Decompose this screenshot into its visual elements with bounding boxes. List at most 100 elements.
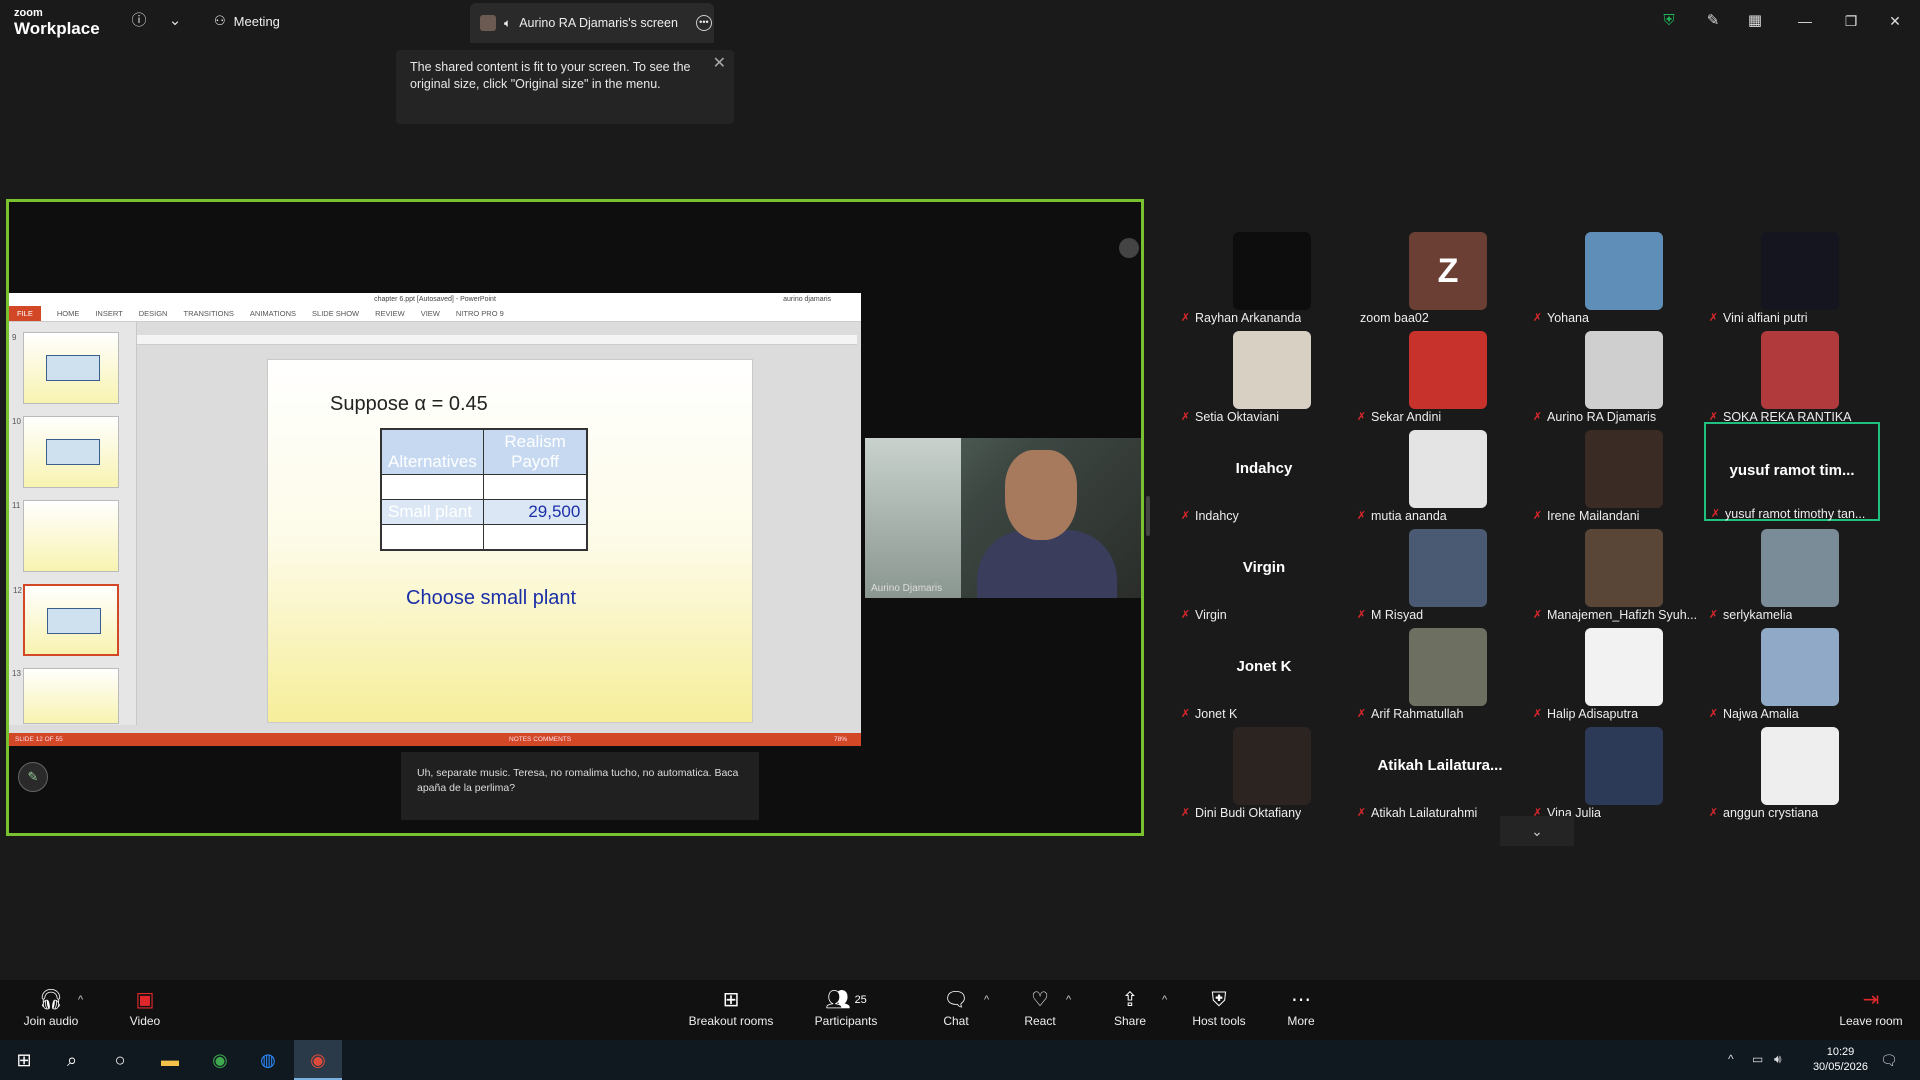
share-label: Share	[1113, 1014, 1147, 1028]
participant-photo	[1761, 529, 1839, 607]
participant-tile[interactable]: yusuf ramot tim... ✗ yusuf ramot timothy t…	[1704, 422, 1880, 521]
participant-tile[interactable]: ✗ M Risyad	[1352, 521, 1528, 622]
audio-options-caret-icon[interactable]: ^	[78, 994, 83, 1006]
participant-tile[interactable]: ✗ Manajemen_Hafizh Syuh...	[1528, 521, 1704, 622]
more-icon[interactable]: •••	[695, 15, 712, 31]
host-tools-label: Host tools	[1192, 1014, 1246, 1028]
chrome-active-icon[interactable]: ◉	[294, 1040, 342, 1080]
participant-tile[interactable]: ✗ Arif Rahmatullah	[1352, 620, 1528, 721]
ppt-tab[interactable]: INSERT	[95, 309, 122, 318]
ppt-tab[interactable]: DESIGN	[139, 309, 168, 318]
file-explorer-icon[interactable]: ▬	[146, 1040, 194, 1080]
participant-tile[interactable]: ✗ anggun crystiana	[1704, 719, 1880, 820]
participant-tile[interactable]: ✗ mutia ananda	[1352, 422, 1528, 523]
participant-tile[interactable]: Indahcy ✗ Indahcy	[1176, 422, 1352, 523]
shield-icon[interactable]: ⛨	[1658, 10, 1680, 32]
restore-icon[interactable]: ❐	[1836, 9, 1866, 33]
ppt-ribbon: FILE HOME INSERT DESIGN TRANSITIONS ANIM…	[9, 306, 861, 322]
table-row: No plant 0	[380, 524, 588, 551]
tray-expand-icon[interactable]: ^	[1728, 1052, 1734, 1066]
task-view-icon[interactable]: ○	[96, 1040, 144, 1080]
ppt-tab[interactable]: HOME	[57, 309, 80, 318]
chat-icon: 🗨︎	[943, 989, 969, 1011]
meeting-label: Meeting	[233, 13, 280, 29]
participant-tile[interactable]: ✗ serlykamelia	[1704, 521, 1880, 622]
chevron-down-icon[interactable]: ⌄	[164, 10, 186, 32]
meeting-button[interactable]: ⚇ Meeting	[214, 9, 280, 33]
chat-options-caret-icon[interactable]: ^	[984, 994, 989, 1006]
participant-tile[interactable]: Jonet K ✗ Jonet K	[1176, 620, 1352, 721]
participant-tile[interactable]: ✗ Irene Mailandani	[1528, 422, 1704, 523]
participant-tile[interactable]: ✗ Rayhan Arkananda	[1176, 224, 1352, 325]
slide-thumbnail[interactable]: 11	[12, 500, 119, 572]
layout-icon[interactable]: ▦	[1744, 10, 1766, 32]
ppt-tab[interactable]: FILE	[9, 306, 41, 321]
info-icon[interactable]: ⓘ	[128, 10, 150, 32]
annotate-icon[interactable]: ✎	[1702, 10, 1724, 32]
video-button[interactable]: ▣ Video	[124, 988, 166, 1034]
participant-tile[interactable]: ✗ Dini Budi Oktafiany	[1176, 719, 1352, 820]
zoom-app-icon[interactable]: ◍	[244, 1040, 292, 1080]
participant-tile[interactable]: Zzoom baa02	[1352, 224, 1528, 325]
breakout-rooms-button[interactable]: ⊞ Breakout rooms	[686, 988, 776, 1034]
table-header: Realism Payoff	[482, 428, 588, 475]
share-options-caret-icon[interactable]: ^	[1162, 994, 1167, 1006]
more-button[interactable]: ⋯ More	[1286, 988, 1316, 1034]
ppt-status-buttons[interactable]: NOTES COMMENTS	[509, 733, 571, 746]
table-cell: 29,500	[482, 499, 588, 525]
participant-name: yusuf ramot timothy tan...	[1725, 507, 1866, 521]
participant-tile[interactable]: ✗ Yohana	[1528, 224, 1704, 325]
participant-tile[interactable]: Virgin ✗ Virgin	[1176, 521, 1352, 622]
participants-button[interactable]: 👥︎ 25 Participants	[812, 988, 880, 1034]
close-icon[interactable]: ✕	[1880, 9, 1910, 33]
participant-tile[interactable]: ✗ Vina Julia	[1528, 719, 1704, 820]
react-options-caret-icon[interactable]: ^	[1066, 994, 1071, 1006]
participant-tile[interactable]: ✗ SOKA REKA RANTIKA	[1704, 323, 1880, 424]
participant-tile[interactable]: ✗ Setia Oktaviani	[1176, 323, 1352, 424]
leave-room-button[interactable]: ⇥ Leave room	[1838, 988, 1904, 1034]
split-divider[interactable]	[1146, 496, 1150, 536]
slide-thumbnail-selected[interactable]: 12	[13, 584, 119, 656]
system-clock[interactable]: 10:29 30/05/2026	[1813, 1045, 1868, 1075]
ppt-tab[interactable]: VIEW	[421, 309, 440, 318]
panel-toggle[interactable]	[1119, 238, 1139, 258]
participant-tile[interactable]: ✗ Halip Adisaputra	[1528, 620, 1704, 721]
participant-name-label: ✗ Dini Budi Oktafiany	[1180, 806, 1301, 820]
participant-tile[interactable]: Atikah Lailatura... ✗ Atikah Lailaturahmi	[1352, 719, 1528, 820]
chat-button[interactable]: 🗨︎ Chat	[938, 988, 974, 1034]
windows-start-icon[interactable]: ⊞	[0, 1040, 48, 1080]
annotate-pen-icon[interactable]: ✎	[18, 762, 48, 792]
chevron-down-icon[interactable]: ⌄	[1500, 816, 1574, 846]
ppt-tab[interactable]: ANIMATIONS	[250, 309, 296, 318]
breakout-rooms-icon: ⊞	[722, 989, 740, 1011]
presenter-video[interactable]: Aurino Djamaris	[865, 438, 1141, 598]
close-icon[interactable]: ✕	[713, 55, 726, 72]
slide-thumbnail[interactable]: 13	[12, 668, 119, 724]
share-button[interactable]: ⇪ Share	[1110, 988, 1150, 1034]
notifications-icon[interactable]: 🗨︎	[1880, 1052, 1898, 1069]
participant-tile[interactable]: ✗ Aurino RA Djamaris	[1528, 323, 1704, 424]
network-icon[interactable]: ▭	[1752, 1052, 1763, 1066]
host-tools-button[interactable]: ⛨ Host tools	[1190, 988, 1248, 1034]
search-icon[interactable]: ⌕	[48, 1040, 96, 1080]
shared-screen-tab[interactable]: 🔈︎ Aurino RA Djamaris's screen •••	[470, 3, 714, 43]
participant-tile[interactable]: ✗ Sekar Andini	[1352, 323, 1528, 424]
chrome-icon[interactable]: ◉	[196, 1040, 244, 1080]
participant-photo	[1585, 727, 1663, 805]
participant-photo	[1585, 628, 1663, 706]
participant-tile[interactable]: ✗ Vini alfiani putri	[1704, 224, 1880, 325]
volume-icon[interactable]: 🔊︎	[1774, 1052, 1782, 1067]
join-audio-button[interactable]: 🎧︎ Join audio	[22, 988, 80, 1034]
ppt-tab[interactable]: REVIEW	[375, 309, 405, 318]
slide-thumbnail[interactable]: 9	[12, 332, 119, 404]
minimize-icon[interactable]: —	[1790, 9, 1820, 33]
participant-tile[interactable]: ✗ Najwa Amalia	[1704, 620, 1880, 721]
zoom-logo: zoom Workplace	[14, 8, 100, 38]
ppt-tab[interactable]: NITRO PRO 9	[456, 309, 504, 318]
slide-thumbnail[interactable]: 10	[12, 416, 119, 488]
ppt-ruler	[137, 335, 857, 345]
chat-label: Chat	[943, 1014, 969, 1028]
react-button[interactable]: ♡ React	[1022, 988, 1058, 1034]
ppt-tab[interactable]: SLIDE SHOW	[312, 309, 359, 318]
ppt-tab[interactable]: TRANSITIONS	[183, 309, 233, 318]
